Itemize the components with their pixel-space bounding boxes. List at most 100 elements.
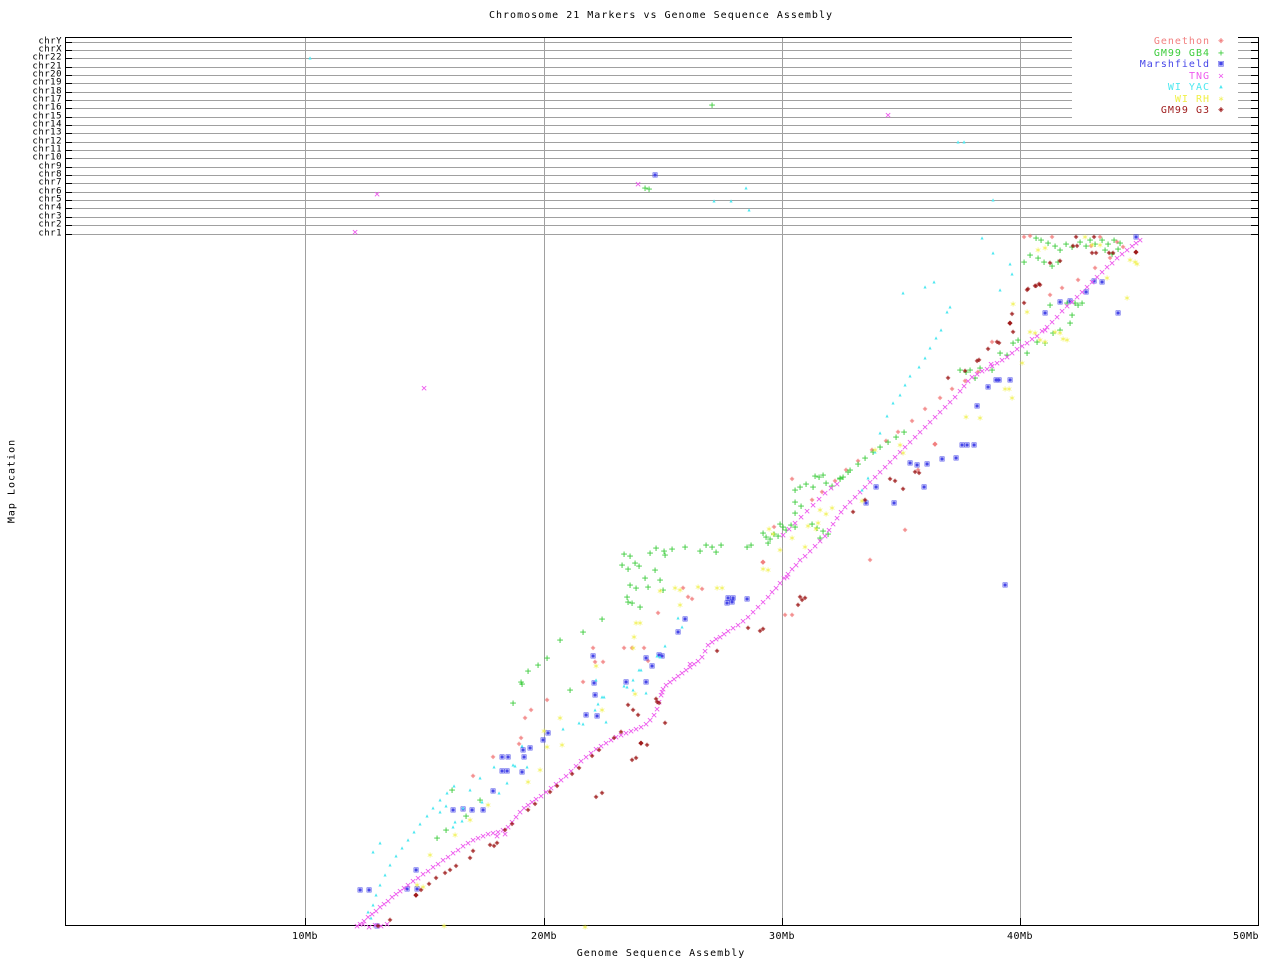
data-point-wi-yac: ▴ <box>746 205 752 214</box>
data-point-gm99-gb4: + <box>442 823 450 837</box>
data-point-wi-yac: ▴ <box>373 890 379 899</box>
data-point-wi-rh: ∗ <box>592 659 600 673</box>
data-point-wi-rh: ∗ <box>536 763 544 777</box>
data-point-gm99-g3: ◈ <box>916 468 922 477</box>
data-point-gm99-g3: ◈ <box>554 781 560 790</box>
chromosome-row-tick-left <box>65 108 72 110</box>
data-point-wi-yac: ▴ <box>916 362 922 371</box>
data-point-wi-yac: ▴ <box>370 847 376 856</box>
data-point-genethon: ◈ <box>641 643 647 652</box>
data-point-wi-yac: ▴ <box>955 137 961 146</box>
data-point-marshfield: ▣ <box>939 454 945 463</box>
chromosome-row-line <box>66 175 1257 177</box>
data-point-wi-rh: ∗ <box>1001 382 1009 396</box>
data-point-genethon: ◈ <box>621 643 627 652</box>
data-point-wi-yac: ▴ <box>859 485 865 494</box>
legend-entry-genethon: Genethon ◈ <box>1072 36 1232 47</box>
data-point-wi-yac: ▴ <box>580 719 586 728</box>
data-point-wi-yac: ▴ <box>902 380 908 389</box>
legend-label: GM99 GB4 <box>1153 47 1210 59</box>
data-point-wi-yac: ▴ <box>1009 269 1015 278</box>
legend-entry-tng: TNG × <box>1072 71 1232 82</box>
data-point-wi-yac: ▴ <box>477 773 483 782</box>
data-point-gm99-gb4: + <box>802 477 810 491</box>
data-point-wi-yac: ▴ <box>601 692 607 701</box>
data-point-wi-rh: ∗ <box>636 616 644 630</box>
data-point-wi-rh: ∗ <box>631 687 639 701</box>
x-gridline <box>782 37 783 925</box>
data-point-wi-yac: ▴ <box>947 302 953 311</box>
data-point-wi-rh: ∗ <box>629 641 637 655</box>
chromosome-row-line <box>66 183 1257 185</box>
data-point-wi-yac: ▴ <box>900 288 906 297</box>
data-point-gm99-g3: ◈ <box>1091 232 1097 241</box>
data-point-gm99-g3: ◈ <box>387 915 393 924</box>
data-point-wi-yac: ▴ <box>437 807 443 816</box>
data-point-wi-yac: ▴ <box>662 641 668 650</box>
chromosome-row-tick-right <box>1251 150 1258 152</box>
data-point-wi-yac: ▴ <box>399 843 405 852</box>
data-point-marshfield: ▣ <box>744 594 750 603</box>
data-point-wi-yac: ▴ <box>990 248 996 257</box>
data-point-wi-rh: ∗ <box>962 410 970 424</box>
data-point-wi-yac: ▴ <box>624 682 630 691</box>
data-point-wi-yac: ▴ <box>377 880 383 889</box>
data-point-wi-rh: ∗ <box>466 813 474 827</box>
data-point-genethon: ◈ <box>789 610 795 619</box>
data-point-wi-yac: ▴ <box>560 724 566 733</box>
data-point-wi-yac: ▴ <box>307 53 313 62</box>
legend: Genethon ◈ GM99 GB4 + Marshfield ▣ TNG × WI YAC ▴… <box>1072 36 1238 118</box>
plot-border-left <box>65 37 66 925</box>
data-point-wi-rh: ∗ <box>1018 356 1026 370</box>
data-point-marshfield: ▣ <box>499 752 505 761</box>
data-point-gm99-g3: ◈ <box>862 495 868 504</box>
data-point-marshfield: ▣ <box>652 170 658 179</box>
data-point-wi-yac: ▴ <box>393 851 399 860</box>
data-point-marshfield: ▣ <box>971 440 977 449</box>
data-point-marshfield: ▣ <box>996 375 1002 384</box>
data-point-gm99-g3: ◈ <box>945 373 951 382</box>
data-point-wi-rh: ∗ <box>1009 297 1017 311</box>
x-tick-mark <box>305 918 306 925</box>
data-point-wi-rh: ∗ <box>804 519 812 533</box>
data-point-wi-rh: ∗ <box>630 630 638 644</box>
data-point-wi-rh: ∗ <box>1034 243 1042 257</box>
legend-marker-icon: + <box>1217 47 1225 59</box>
data-point-wi-rh: ∗ <box>656 584 664 598</box>
data-point-marshfield: ▣ <box>921 482 927 491</box>
data-point-marshfield: ▣ <box>521 752 527 761</box>
data-point-genethon: ◈ <box>490 752 496 761</box>
data-point-gm99-gb4: + <box>632 581 640 595</box>
data-point-genethon: ◈ <box>522 713 528 722</box>
data-point-marshfield: ▣ <box>450 805 456 814</box>
chromosome-row-tick-right <box>1251 116 1258 118</box>
data-point-genethon: ◈ <box>1059 283 1065 292</box>
data-point-wi-yac: ▴ <box>636 665 642 674</box>
data-point-gm99-g3: ◈ <box>976 355 982 364</box>
data-point-gm99-g3: ◈ <box>1057 256 1063 265</box>
data-point-gm99-g3: ◆ <box>413 890 419 901</box>
data-point-tng: × <box>351 225 359 239</box>
data-point-gm99-g3: ◈ <box>1047 258 1053 267</box>
data-point-wi-yac: ▴ <box>931 277 937 286</box>
chromosome-row-line <box>66 208 1257 210</box>
data-point-gm99-gb4: + <box>509 696 517 710</box>
data-point-marshfield: ▣ <box>643 653 649 662</box>
data-point-gm99-g3: ◈ <box>799 595 805 604</box>
data-point-gm99-g3: ◈ <box>467 853 473 862</box>
chromosome-row-tick-left <box>65 200 72 202</box>
data-point-wi-yac: ▴ <box>711 196 717 205</box>
data-point-gm99-g3: ◈ <box>426 879 432 888</box>
chromosome-row-tick-right <box>1251 133 1258 135</box>
data-point-gm99-gb4: + <box>652 541 660 555</box>
data-point-marshfield: ▣ <box>1002 580 1008 589</box>
data-point-wi-yac: ▴ <box>907 371 913 380</box>
chromosome-row-tick-left <box>65 91 72 93</box>
chromosome-row-tick-right <box>1251 49 1258 51</box>
data-point-wi-yac: ▴ <box>496 788 502 797</box>
chromosome-row-tick-right <box>1251 166 1258 168</box>
legend-label: TNG <box>1188 70 1210 82</box>
chromosome-row-tick-right <box>1251 108 1258 110</box>
data-point-tng: × <box>1136 233 1144 247</box>
data-point-gm99-g3: ◈ <box>589 751 595 760</box>
